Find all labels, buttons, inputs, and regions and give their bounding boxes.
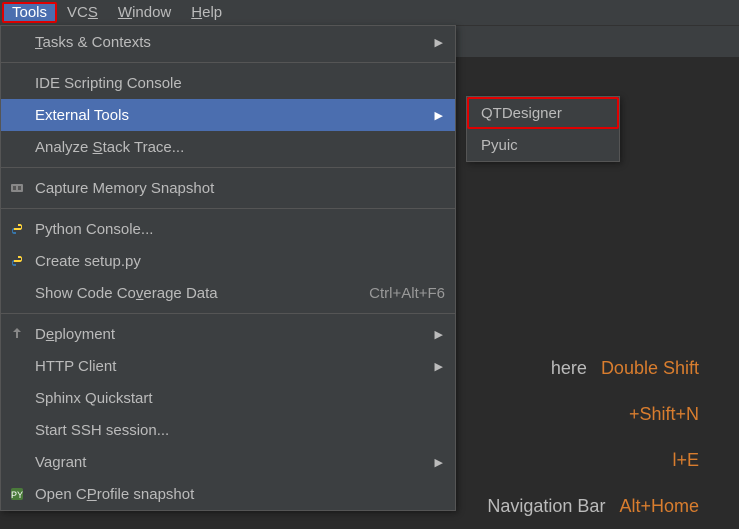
shortcut-text: +Shift+N (629, 404, 699, 425)
separator (1, 62, 455, 63)
menu-capture-memory[interactable]: Capture Memory Snapshot (1, 172, 455, 204)
chevron-right-icon: ▶ (435, 360, 443, 373)
separator (1, 208, 455, 209)
menu-help[interactable]: Help (181, 2, 232, 23)
menu-analyze-stack-trace[interactable]: Analyze Stack Trace... (1, 131, 455, 163)
menu-vagrant[interactable]: Vagrant ▶ (1, 446, 455, 478)
separator (1, 313, 455, 314)
memory-icon (7, 178, 27, 198)
shortcut-text: l+E (672, 450, 699, 471)
chevron-right-icon: ▶ (435, 109, 443, 122)
menubar: Tools VCS Window Help (0, 0, 739, 25)
menu-create-setup-py[interactable]: Create setup.py (1, 245, 455, 277)
welcome-hints: here Double Shift +Shift+N l+E Navigatio… (487, 345, 699, 529)
python-icon (7, 251, 27, 271)
hint-recent: l+E (487, 437, 699, 483)
submenu-qtdesigner[interactable]: QTDesigner (467, 97, 619, 129)
hint-search-everywhere: here Double Shift (487, 345, 699, 391)
menu-python-console[interactable]: Python Console... (1, 213, 455, 245)
menu-sphinx-quickstart[interactable]: Sphinx Quickstart (1, 382, 455, 414)
cprofile-icon: PY (7, 484, 27, 504)
tools-dropdown: Tasks & Contexts ▶ IDE Scripting Console… (0, 25, 456, 511)
menu-show-code-coverage[interactable]: Show Code Coverage Data Ctrl+Alt+F6 (1, 277, 455, 309)
shortcut-text: Alt+Home (619, 496, 699, 517)
chevron-right-icon: ▶ (435, 328, 443, 341)
menu-vcs[interactable]: VCS (57, 2, 108, 23)
hint-nav-bar: Navigation Bar Alt+Home (487, 483, 699, 529)
menu-open-cprofile[interactable]: PY Open CProfile snapshot (1, 478, 455, 510)
shortcut-text: Ctrl+Alt+F6 (369, 285, 445, 302)
chevron-right-icon: ▶ (435, 456, 443, 469)
separator (1, 167, 455, 168)
menu-deployment[interactable]: Deployment ▶ (1, 318, 455, 350)
python-icon (7, 219, 27, 239)
menu-tasks-contexts[interactable]: Tasks & Contexts ▶ (1, 26, 455, 58)
menu-ide-scripting[interactable]: IDE Scripting Console (1, 67, 455, 99)
svg-text:PY: PY (11, 490, 23, 500)
chevron-right-icon: ▶ (435, 36, 443, 49)
menu-start-ssh[interactable]: Start SSH session... (1, 414, 455, 446)
deployment-icon (7, 324, 27, 344)
menu-window[interactable]: Window (108, 2, 181, 23)
shortcut-text: Double Shift (601, 358, 699, 379)
menu-tools[interactable]: Tools (2, 2, 57, 23)
hint-goto-file: +Shift+N (487, 391, 699, 437)
submenu-pyuic[interactable]: Pyuic (467, 129, 619, 161)
menu-external-tools[interactable]: External Tools ▶ (1, 99, 455, 131)
menu-http-client[interactable]: HTTP Client ▶ (1, 350, 455, 382)
external-tools-submenu: QTDesigner Pyuic (466, 96, 620, 162)
